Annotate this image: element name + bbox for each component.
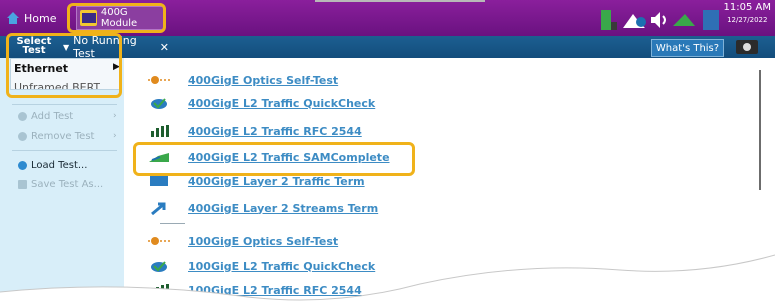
module-callout [67, 3, 166, 33]
select-test-callout [6, 33, 122, 98]
samcomplete-callout [133, 142, 415, 176]
